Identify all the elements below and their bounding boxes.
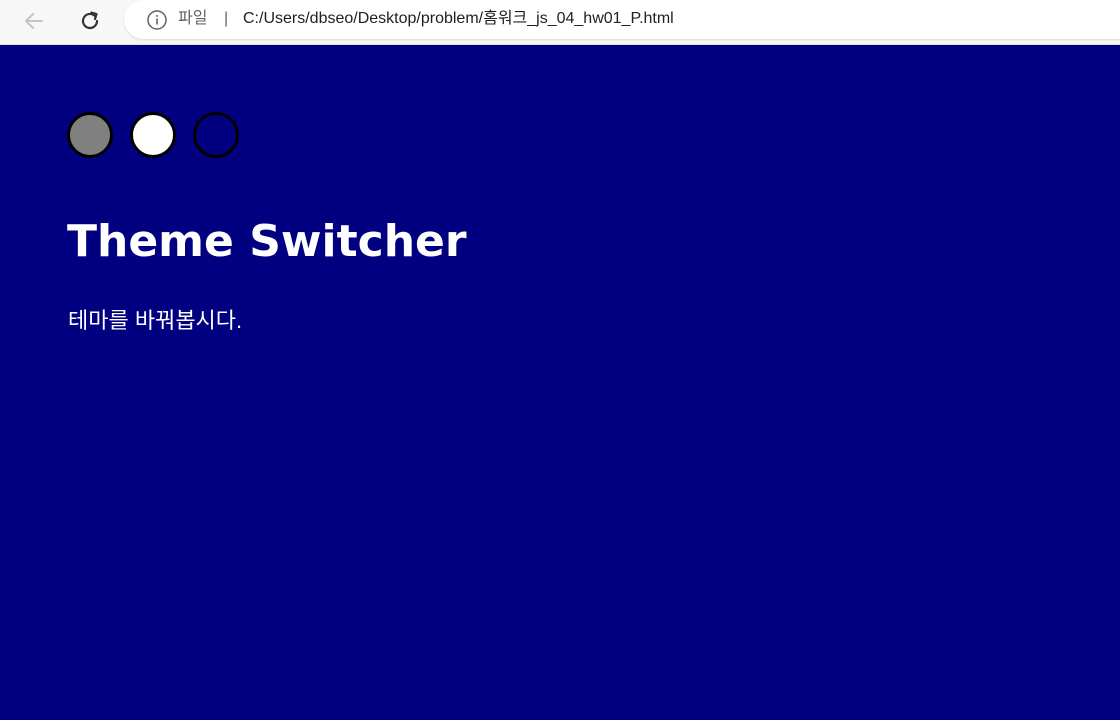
page-title: Theme Switcher bbox=[67, 216, 467, 267]
browser-toolbar: 파일 | C:/Users/dbseo/Desktop/problem/홈워크_… bbox=[0, 0, 1120, 45]
page-description: 테마를 바꿔봅시다. bbox=[68, 308, 243, 333]
address-bar[interactable]: 파일 | C:/Users/dbseo/Desktop/problem/홈워크_… bbox=[124, 0, 1120, 39]
address-separator: | bbox=[224, 10, 229, 27]
back-button[interactable] bbox=[17, 4, 51, 38]
scheme-label: 파일 bbox=[178, 10, 208, 27]
gray-theme-button[interactable] bbox=[67, 112, 113, 158]
info-icon[interactable] bbox=[146, 9, 168, 31]
navy-theme-button[interactable] bbox=[193, 112, 239, 158]
arrow-left-icon bbox=[25, 13, 43, 29]
reload-button[interactable] bbox=[73, 4, 107, 38]
url-text[interactable]: C:/Users/dbseo/Desktop/problem/홈워크_js_04… bbox=[243, 9, 674, 29]
reload-icon bbox=[81, 11, 99, 30]
white-theme-button[interactable] bbox=[130, 112, 176, 158]
